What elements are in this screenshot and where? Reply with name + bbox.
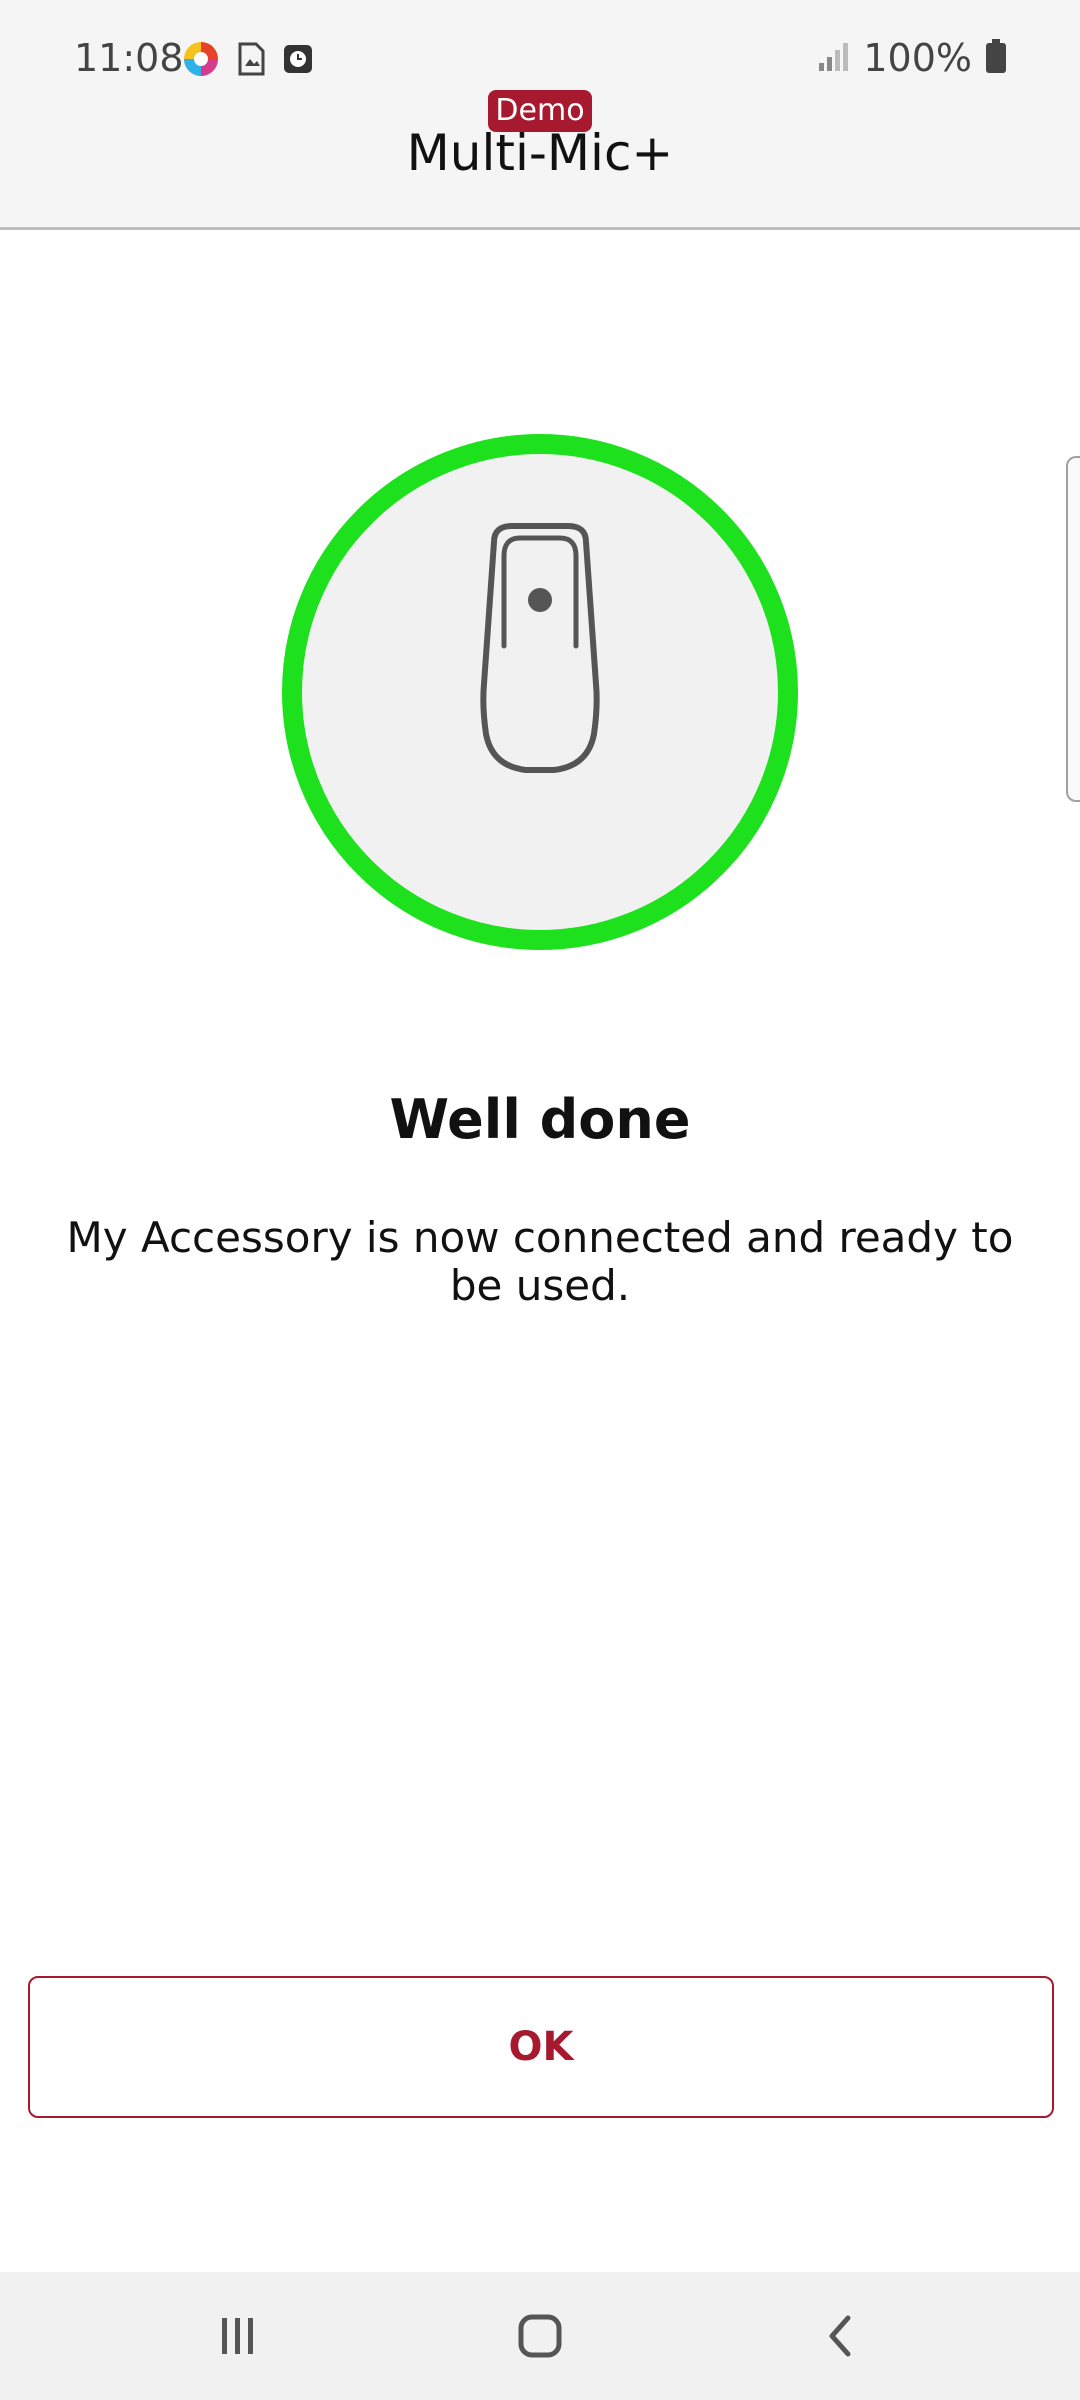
edge-panel-handle[interactable]	[1066, 456, 1080, 802]
system-nav-bar	[0, 2272, 1080, 2400]
status-right: 100%	[817, 36, 1008, 80]
clock-app-icon	[282, 43, 314, 79]
success-heading: Well done	[389, 1088, 691, 1151]
page-title: Multi-Mic+	[406, 124, 674, 182]
accessory-status-circle	[282, 434, 798, 950]
accessory-device-icon	[282, 434, 798, 950]
assistant-app-icon	[182, 40, 220, 82]
back-icon[interactable]	[802, 2296, 882, 2376]
ok-button-label: OK	[508, 2024, 574, 2070]
battery-icon	[984, 38, 1008, 78]
status-time: 11:08	[74, 36, 184, 80]
recent-apps-icon[interactable]	[198, 2296, 278, 2376]
home-icon[interactable]	[500, 2296, 580, 2376]
ok-button[interactable]: OK	[28, 1976, 1054, 2118]
top-bar: 11:08 100% Demo Multi-Mic+	[0, 0, 1080, 230]
success-message: My Accessory is now connected and ready …	[66, 1213, 1014, 1310]
notification-icons	[182, 40, 314, 82]
signal-icon	[817, 39, 851, 77]
battery-percentage: 100%	[863, 36, 972, 80]
image-file-icon	[236, 42, 266, 80]
